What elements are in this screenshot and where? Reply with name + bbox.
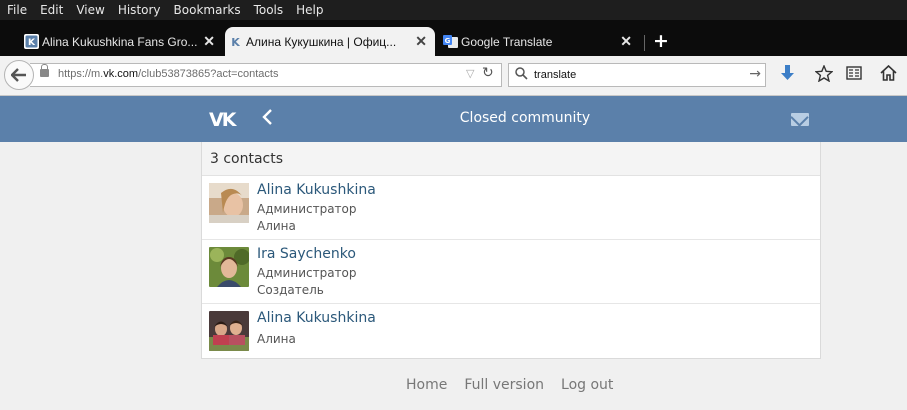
vk-header: VK Closed community (0, 96, 907, 142)
avatar[interactable] (209, 183, 249, 223)
search-input[interactable]: translate (534, 69, 576, 81)
tab-strip: K Alina Kukushkina Fans Gro... ✕ K Алина… (0, 20, 907, 56)
tab-label: Google Translate (461, 34, 553, 49)
svg-text:G: G (445, 37, 451, 45)
menu-help[interactable]: Help (296, 3, 323, 17)
page-title: Closed community (459, 110, 591, 126)
close-icon[interactable]: ✕ (415, 33, 427, 50)
new-tab-button[interactable]: + (653, 30, 669, 52)
contact-note: Создатель (257, 283, 324, 297)
navigation-bar: https://m.vk.com/club53873865?act=contac… (0, 56, 907, 96)
tab-vk-fans-group[interactable]: K Alina Kukushkina Fans Gro... ✕ (21, 27, 223, 56)
menu-edit[interactable]: Edit (40, 3, 63, 17)
svg-text:K: K (231, 36, 240, 49)
google-translate-icon: G (443, 35, 458, 48)
mail-icon[interactable] (791, 113, 809, 126)
footer-full-version-link[interactable]: Full version (464, 377, 544, 393)
reload-icon[interactable]: ↻ (482, 65, 494, 81)
contact-name[interactable]: Alina Kukushkina (257, 310, 376, 326)
contact-row[interactable]: Ira Saychenko Администратор Создатель (202, 240, 820, 304)
contact-name[interactable]: Ira Saychenko (257, 246, 356, 262)
url-bar[interactable]: https://m.vk.com/club53873865?act=contac… (30, 63, 502, 87)
close-icon[interactable]: ✕ (620, 33, 632, 50)
contacts-panel: 3 contacts Alina Kukushkina Администрато… (201, 142, 821, 359)
search-go-icon[interactable]: → (749, 66, 761, 82)
close-icon[interactable]: ✕ (203, 33, 215, 50)
menu-tools[interactable]: Tools (254, 3, 284, 17)
menu-bookmarks[interactable]: Bookmarks (174, 3, 241, 17)
tab-label: Alina Kukushkina Fans Gro... (42, 34, 198, 49)
back-button[interactable] (4, 60, 34, 90)
tab-separator (644, 35, 645, 51)
svg-text:K: K (28, 38, 36, 48)
contact-row[interactable]: Alina Kukushkina Алина (202, 304, 820, 368)
bookmark-star-icon[interactable] (815, 65, 833, 82)
contact-role: Администратор (257, 202, 357, 216)
download-icon[interactable] (780, 65, 795, 82)
contact-note: Алина (257, 219, 296, 233)
contact-row[interactable]: Alina Kukushkina Администратор Алина (202, 176, 820, 240)
home-icon[interactable] (880, 65, 897, 81)
vk-icon: K (24, 34, 39, 49)
avatar[interactable] (209, 311, 249, 351)
url-text: https://m.vk.com/club53873865?act=contac… (58, 68, 279, 80)
search-icon (515, 67, 528, 80)
vk-logo[interactable]: VK (209, 109, 236, 131)
avatar[interactable] (209, 247, 249, 287)
contacts-count: 3 contacts (202, 142, 820, 176)
history-dropdown-icon[interactable]: ▽ (466, 67, 474, 80)
vk-icon: K (231, 36, 240, 49)
menu-view[interactable]: View (76, 3, 104, 17)
reading-list-icon[interactable] (846, 65, 862, 81)
footer-logout-link[interactable]: Log out (561, 377, 613, 393)
tab-google-translate[interactable]: G Google Translate ✕ (440, 27, 640, 56)
menu-history[interactable]: History (118, 3, 161, 17)
chevron-left-icon[interactable] (260, 105, 274, 129)
search-bar[interactable]: translate → (508, 63, 766, 87)
footer-links: Home Full version Log out (406, 377, 630, 393)
lock-icon (40, 64, 49, 77)
contact-name[interactable]: Alina Kukushkina (257, 182, 376, 198)
tab-vk-official-active[interactable]: K Алина Кукушкина | Офиц... ✕ (225, 27, 435, 56)
contact-note: Алина (257, 332, 296, 346)
footer-home-link[interactable]: Home (406, 377, 447, 393)
menu-bar: File Edit View History Bookmarks Tools H… (0, 0, 907, 20)
back-arrow-icon (11, 68, 26, 82)
tab-label: Алина Кукушкина | Офиц... (246, 34, 397, 49)
contact-role: Администратор (257, 266, 357, 280)
menu-file[interactable]: File (7, 3, 27, 17)
